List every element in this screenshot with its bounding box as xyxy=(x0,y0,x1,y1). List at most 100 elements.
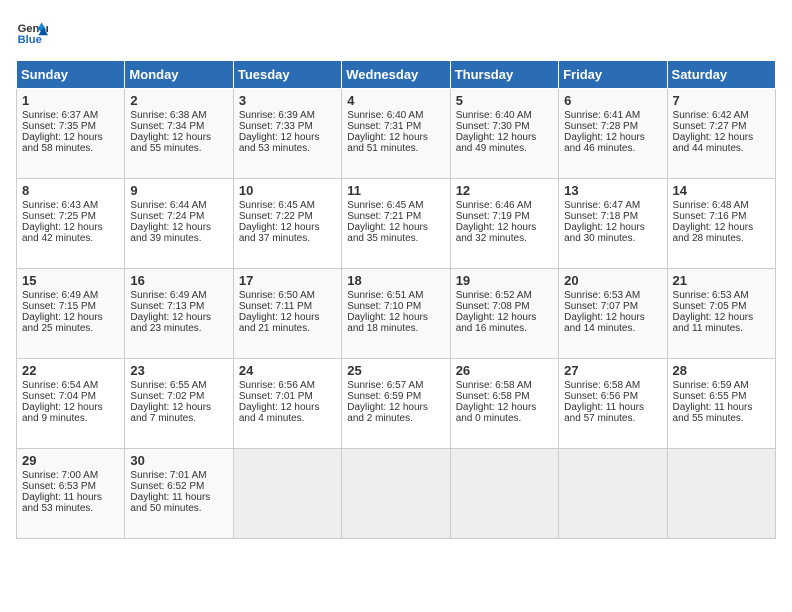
calendar-cell: 5Sunrise: 6:40 AMSunset: 7:30 PMDaylight… xyxy=(450,89,558,179)
sunrise: Sunrise: 6:45 AM xyxy=(239,200,315,211)
sunset: Sunset: 6:52 PM xyxy=(130,481,204,492)
sunset: Sunset: 7:33 PM xyxy=(239,121,313,132)
sunrise: Sunrise: 7:00 AM xyxy=(22,470,98,481)
sunrise: Sunrise: 6:49 AM xyxy=(130,290,206,301)
calendar-cell: 17Sunrise: 6:50 AMSunset: 7:11 PMDayligh… xyxy=(233,269,341,359)
sunset: Sunset: 6:53 PM xyxy=(22,481,96,492)
logo: General Blue xyxy=(16,16,54,48)
sunrise: Sunrise: 6:59 AM xyxy=(673,380,749,391)
week-row-2: 8Sunrise: 6:43 AMSunset: 7:25 PMDaylight… xyxy=(17,179,776,269)
day-number: 14 xyxy=(673,183,770,198)
day-number: 20 xyxy=(564,273,661,288)
sunset: Sunset: 6:59 PM xyxy=(347,391,421,402)
calendar-cell: 9Sunrise: 6:44 AMSunset: 7:24 PMDaylight… xyxy=(125,179,233,269)
day-number: 26 xyxy=(456,363,553,378)
calendar-cell: 12Sunrise: 6:46 AMSunset: 7:19 PMDayligh… xyxy=(450,179,558,269)
calendar-cell: 13Sunrise: 6:47 AMSunset: 7:18 PMDayligh… xyxy=(559,179,667,269)
day-number: 17 xyxy=(239,273,336,288)
calendar-header-row: SundayMondayTuesdayWednesdayThursdayFrid… xyxy=(17,61,776,89)
day-number: 1 xyxy=(22,93,119,108)
sunrise: Sunrise: 6:55 AM xyxy=(130,380,206,391)
calendar-table: SundayMondayTuesdayWednesdayThursdayFrid… xyxy=(16,60,776,539)
calendar-cell: 30Sunrise: 7:01 AMSunset: 6:52 PMDayligh… xyxy=(125,449,233,539)
sunset: Sunset: 7:05 PM xyxy=(673,301,747,312)
sunrise: Sunrise: 6:40 AM xyxy=(347,110,423,121)
day-number: 4 xyxy=(347,93,444,108)
daylight-label: Daylight: 12 hours and 0 minutes. xyxy=(456,402,537,424)
day-number: 9 xyxy=(130,183,227,198)
week-row-3: 15Sunrise: 6:49 AMSunset: 7:15 PMDayligh… xyxy=(17,269,776,359)
daylight-label: Daylight: 12 hours and 37 minutes. xyxy=(239,222,320,244)
sunset: Sunset: 7:11 PM xyxy=(239,301,312,312)
calendar-cell xyxy=(450,449,558,539)
calendar-cell: 22Sunrise: 6:54 AMSunset: 7:04 PMDayligh… xyxy=(17,359,125,449)
day-number: 3 xyxy=(239,93,336,108)
sunset: Sunset: 7:24 PM xyxy=(130,211,204,222)
calendar-cell: 14Sunrise: 6:48 AMSunset: 7:16 PMDayligh… xyxy=(667,179,775,269)
calendar-cell: 21Sunrise: 6:53 AMSunset: 7:05 PMDayligh… xyxy=(667,269,775,359)
sunrise: Sunrise: 6:57 AM xyxy=(347,380,423,391)
daylight-label: Daylight: 12 hours and 14 minutes. xyxy=(564,312,645,334)
sunset: Sunset: 7:02 PM xyxy=(130,391,204,402)
day-number: 28 xyxy=(673,363,770,378)
sunrise: Sunrise: 6:51 AM xyxy=(347,290,423,301)
daylight-label: Daylight: 11 hours and 55 minutes. xyxy=(673,402,753,424)
daylight-label: Daylight: 12 hours and 23 minutes. xyxy=(130,312,211,334)
calendar-cell: 18Sunrise: 6:51 AMSunset: 7:10 PMDayligh… xyxy=(342,269,450,359)
sunrise: Sunrise: 6:49 AM xyxy=(22,290,98,301)
sunset: Sunset: 6:55 PM xyxy=(673,391,747,402)
header-sunday: Sunday xyxy=(17,61,125,89)
week-row-1: 1Sunrise: 6:37 AMSunset: 7:35 PMDaylight… xyxy=(17,89,776,179)
day-number: 10 xyxy=(239,183,336,198)
calendar-cell xyxy=(342,449,450,539)
day-number: 24 xyxy=(239,363,336,378)
calendar-cell: 16Sunrise: 6:49 AMSunset: 7:13 PMDayligh… xyxy=(125,269,233,359)
daylight-label: Daylight: 12 hours and 49 minutes. xyxy=(456,132,537,154)
daylight-label: Daylight: 12 hours and 9 minutes. xyxy=(22,402,103,424)
sunset: Sunset: 6:58 PM xyxy=(456,391,530,402)
day-number: 29 xyxy=(22,453,119,468)
calendar-cell: 11Sunrise: 6:45 AMSunset: 7:21 PMDayligh… xyxy=(342,179,450,269)
header-saturday: Saturday xyxy=(667,61,775,89)
day-number: 27 xyxy=(564,363,661,378)
sunset: Sunset: 7:07 PM xyxy=(564,301,638,312)
daylight-label: Daylight: 12 hours and 21 minutes. xyxy=(239,312,320,334)
day-number: 21 xyxy=(673,273,770,288)
sunset: Sunset: 7:18 PM xyxy=(564,211,638,222)
svg-text:Blue: Blue xyxy=(18,34,42,46)
sunrise: Sunrise: 6:43 AM xyxy=(22,200,98,211)
calendar-cell: 28 Sunrise: 6:59 AMSunset: 6:55 PMDayligh… xyxy=(667,359,775,449)
day-number: 19 xyxy=(456,273,553,288)
daylight-label: Daylight: 11 hours and 50 minutes. xyxy=(130,492,210,514)
sunrise: Sunrise: 6:52 AM xyxy=(456,290,532,301)
sunrise: Sunrise: 6:58 AM xyxy=(564,380,640,391)
day-number: 16 xyxy=(130,273,227,288)
sunset: Sunset: 7:35 PM xyxy=(22,121,96,132)
calendar-cell: 27Sunrise: 6:58 AMSunset: 6:56 PMDayligh… xyxy=(559,359,667,449)
calendar-cell: 4Sunrise: 6:40 AMSunset: 7:31 PMDaylight… xyxy=(342,89,450,179)
logo-icon: General Blue xyxy=(16,16,48,48)
calendar-cell: 24Sunrise: 6:56 AMSunset: 7:01 PMDayligh… xyxy=(233,359,341,449)
daylight-label: Daylight: 12 hours and 53 minutes. xyxy=(239,132,320,154)
calendar-cell: 7Sunrise: 6:42 AMSunset: 7:27 PMDaylight… xyxy=(667,89,775,179)
page-header: General Blue xyxy=(16,16,776,48)
day-number: 23 xyxy=(130,363,227,378)
calendar-cell: 29Sunrise: 7:00 AMSunset: 6:53 PMDayligh… xyxy=(17,449,125,539)
daylight-label: Daylight: 12 hours and 11 minutes. xyxy=(673,312,754,334)
sunset: Sunset: 7:30 PM xyxy=(456,121,530,132)
daylight-label: Daylight: 12 hours and 55 minutes. xyxy=(130,132,211,154)
daylight-label: Daylight: 11 hours and 57 minutes. xyxy=(564,402,644,424)
sunset: Sunset: 7:22 PM xyxy=(239,211,313,222)
sunrise: Sunrise: 6:45 AM xyxy=(347,200,423,211)
sunrise: Sunrise: 6:40 AM xyxy=(456,110,532,121)
calendar-cell: 15Sunrise: 6:49 AMSunset: 7:15 PMDayligh… xyxy=(17,269,125,359)
calendar-cell: 26Sunrise: 6:58 AMSunset: 6:58 PMDayligh… xyxy=(450,359,558,449)
sunrise: Sunrise: 6:41 AM xyxy=(564,110,640,121)
daylight-label: Daylight: 12 hours and 42 minutes. xyxy=(22,222,103,244)
daylight-label: Daylight: 12 hours and 28 minutes. xyxy=(673,222,754,244)
day-number: 25 xyxy=(347,363,444,378)
header-wednesday: Wednesday xyxy=(342,61,450,89)
calendar-cell: 20Sunrise: 6:53 AMSunset: 7:07 PMDayligh… xyxy=(559,269,667,359)
calendar-cell xyxy=(233,449,341,539)
sunset: Sunset: 7:15 PM xyxy=(22,301,96,312)
